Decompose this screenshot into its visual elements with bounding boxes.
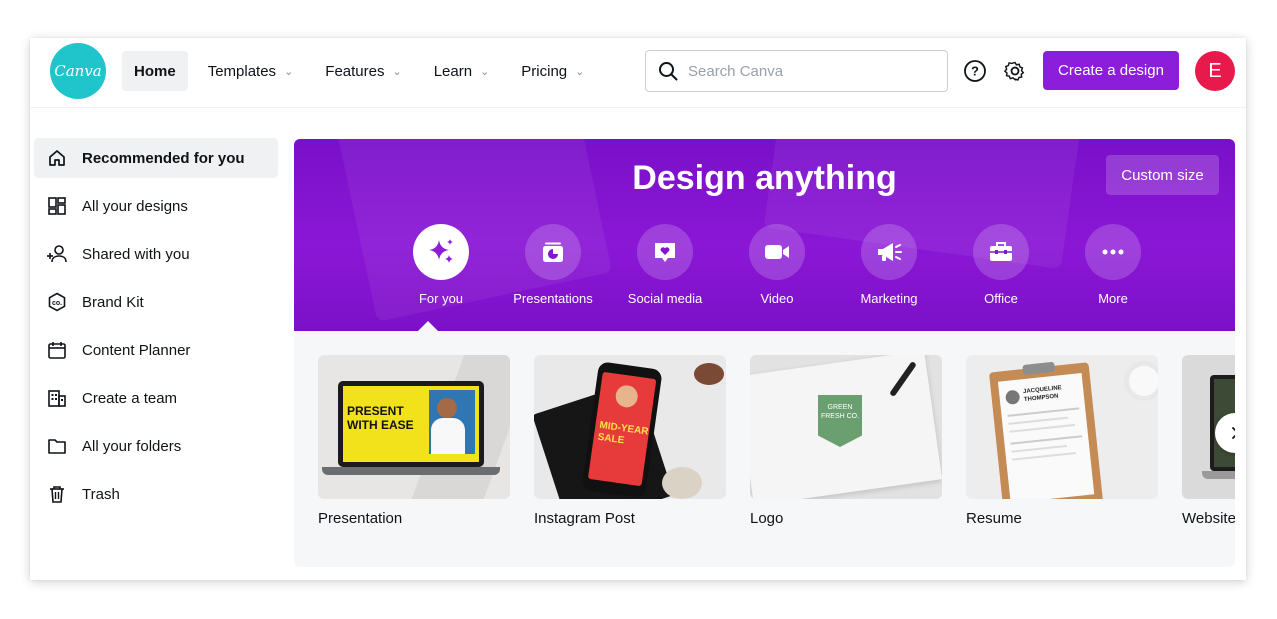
design-anything-banner: Design anything Custom size For you Pres… bbox=[294, 139, 1235, 331]
sidebar-item-folders[interactable]: All your folders bbox=[34, 426, 278, 466]
page-title: Design anything bbox=[632, 159, 897, 197]
calendar-icon bbox=[46, 339, 68, 361]
top-header: Canva Home Templates ⌄ Features ⌄ Learn ⌄ P… bbox=[30, 38, 1246, 108]
home-icon bbox=[46, 147, 68, 169]
main-panel: Design anything Custom size For you Pres… bbox=[294, 139, 1235, 567]
template-card-logo[interactable]: GREEN FRESH CO. Logo bbox=[750, 355, 942, 527]
template-card-instagram-post[interactable]: MID-YEAR SALE Instagram Post bbox=[534, 355, 726, 527]
avatar[interactable]: E bbox=[1195, 51, 1235, 91]
trash-icon bbox=[46, 483, 68, 505]
grid-icon bbox=[46, 195, 68, 217]
briefcase-icon bbox=[990, 242, 1012, 261]
sidebar-item-recommended[interactable]: Recommended for you bbox=[34, 138, 278, 178]
chevron-right-icon bbox=[1232, 427, 1235, 439]
search-icon bbox=[659, 62, 678, 81]
logo-thumbnail: GREEN FRESH CO. bbox=[750, 355, 942, 499]
category-presentations[interactable]: Presentations bbox=[497, 224, 609, 306]
instagram-post-thumbnail: MID-YEAR SALE bbox=[534, 355, 726, 499]
food-bowl bbox=[662, 467, 702, 499]
category-social-media[interactable]: Social media bbox=[609, 224, 721, 306]
shared-users-icon bbox=[46, 243, 68, 265]
laptop-base bbox=[322, 467, 500, 475]
sidebar: Recommended for you All your designs Sha… bbox=[34, 138, 278, 522]
sidebar-item-brand-kit[interactable]: co. Brand Kit bbox=[34, 282, 278, 322]
folder-icon bbox=[46, 435, 68, 457]
heart-chat-icon bbox=[655, 243, 675, 262]
sidebar-item-shared[interactable]: Shared with you bbox=[34, 234, 278, 274]
sparkle-icon bbox=[429, 239, 453, 263]
gear-icon[interactable] bbox=[1002, 58, 1028, 84]
custom-size-button[interactable]: Custom size bbox=[1106, 155, 1219, 195]
resume-thumbnail: JACQUELINE THOMPSON bbox=[966, 355, 1158, 499]
svg-text:?: ? bbox=[971, 64, 979, 79]
help-icon[interactable]: ? bbox=[962, 58, 988, 84]
canva-window: Canva Home Templates ⌄ Features ⌄ Learn ⌄ P… bbox=[30, 38, 1246, 580]
category-office[interactable]: Office bbox=[945, 224, 1057, 306]
nav-home[interactable]: Home bbox=[122, 51, 188, 91]
brand-kit-icon: co. bbox=[46, 291, 68, 313]
template-card-presentation[interactable]: PRESENT WITH EASE Presentation bbox=[318, 355, 510, 527]
category-video[interactable]: Video bbox=[721, 224, 833, 306]
sidebar-item-create-team[interactable]: Create a team bbox=[34, 378, 278, 418]
svg-text:co.: co. bbox=[52, 300, 62, 307]
sidebar-item-content-planner[interactable]: Content Planner bbox=[34, 330, 278, 370]
template-card-resume[interactable]: JACQUELINE THOMPSON Resume bbox=[966, 355, 1158, 527]
chevron-down-icon: ⌄ bbox=[575, 65, 585, 78]
sidebar-item-all-designs[interactable]: All your designs bbox=[34, 186, 278, 226]
sidebar-item-trash[interactable]: Trash bbox=[34, 474, 278, 514]
laptop-screen: PRESENT WITH EASE bbox=[338, 381, 484, 467]
nav-learn[interactable]: Learn ⌄ bbox=[422, 51, 502, 91]
presentation-icon bbox=[543, 242, 563, 262]
presentation-thumbnail: PRESENT WITH EASE bbox=[318, 355, 510, 499]
megaphone-icon bbox=[878, 243, 902, 261]
more-dots-icon bbox=[1102, 249, 1124, 255]
nav-features[interactable]: Features ⌄ bbox=[313, 51, 413, 91]
clipboard: JACQUELINE THOMPSON bbox=[988, 361, 1104, 499]
category-row: For you Presentations Social media Video… bbox=[385, 224, 1169, 306]
create-design-button[interactable]: Create a design bbox=[1043, 51, 1179, 90]
main-nav: Home Templates ⌄ Features ⌄ Learn ⌄ Pricing… bbox=[122, 51, 604, 91]
chevron-down-icon: ⌄ bbox=[284, 65, 294, 78]
category-for-you[interactable]: For you bbox=[385, 224, 497, 306]
template-carousel: PRESENT WITH EASE Presentation MID-YEAR … bbox=[318, 355, 1235, 527]
chevron-down-icon: ⌄ bbox=[392, 65, 402, 78]
video-camera-icon bbox=[765, 245, 789, 259]
building-icon bbox=[46, 387, 68, 409]
canva-logo[interactable]: Canva bbox=[50, 43, 106, 99]
category-marketing[interactable]: Marketing bbox=[833, 224, 945, 306]
chevron-down-icon: ⌄ bbox=[480, 65, 490, 78]
active-category-pointer bbox=[418, 321, 438, 331]
search-box[interactable] bbox=[645, 50, 948, 92]
nav-pricing[interactable]: Pricing ⌄ bbox=[509, 51, 596, 91]
search-input[interactable] bbox=[688, 62, 928, 80]
nav-templates[interactable]: Templates ⌄ bbox=[196, 51, 306, 91]
category-more[interactable]: More bbox=[1057, 224, 1169, 306]
